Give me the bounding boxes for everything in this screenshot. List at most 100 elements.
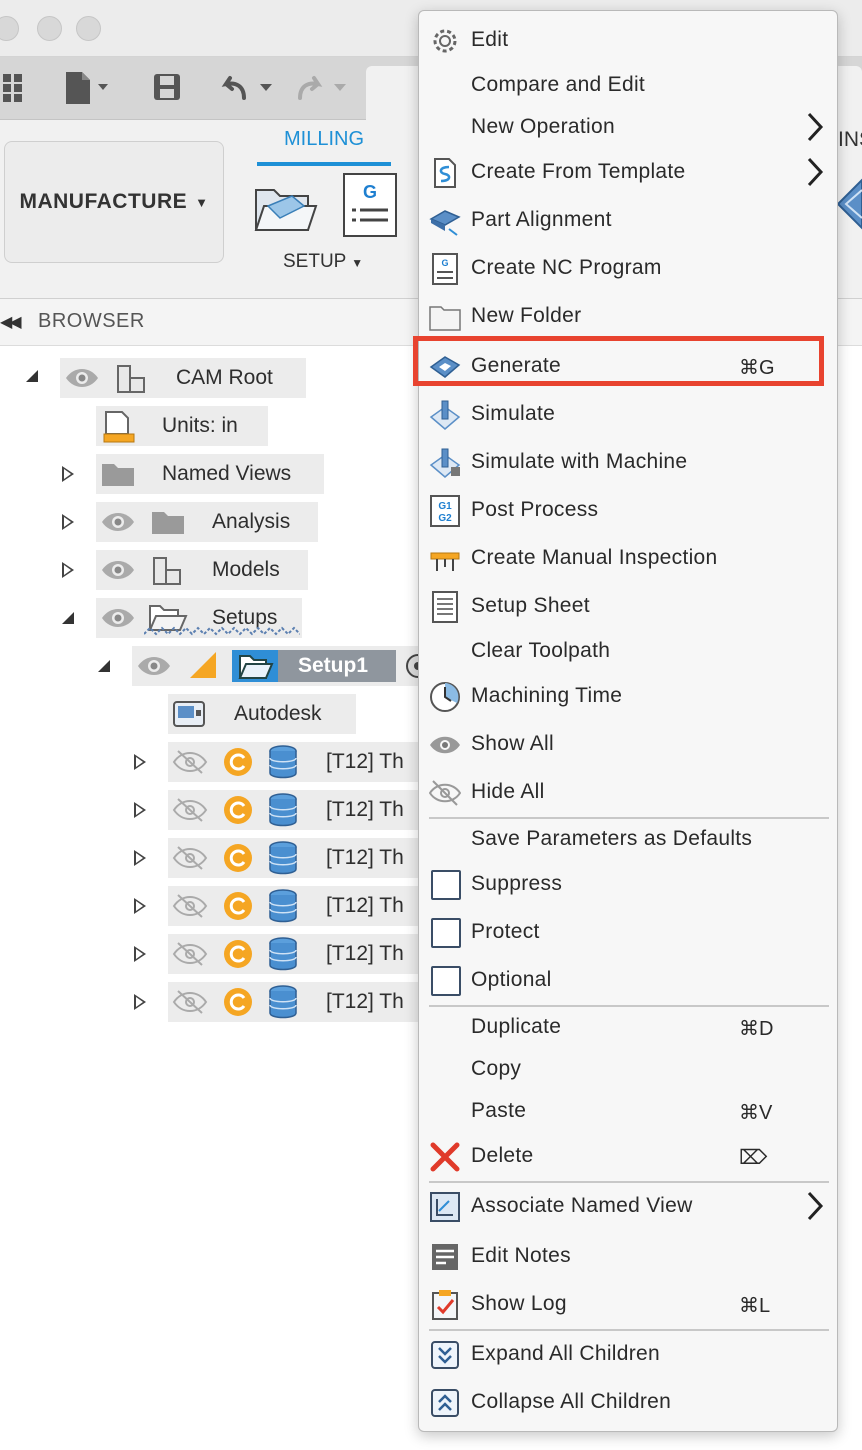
suppress-checkbox[interactable] <box>431 870 461 900</box>
browser-title: BROWSER <box>38 310 145 332</box>
menu-item-associate-named-view[interactable]: Associate Named View <box>419 1185 837 1229</box>
operation-label: [T12] Th <box>326 846 404 869</box>
redo-icon[interactable] <box>296 72 356 104</box>
expand-toggle-icon[interactable] <box>134 994 146 1010</box>
expand-toggle-icon[interactable] <box>62 466 74 482</box>
tree-label-setup1: Setup1 <box>298 654 369 677</box>
grid-icon[interactable] <box>0 72 26 104</box>
eye-icon[interactable] <box>100 604 136 632</box>
pocket-toolpath-icon[interactable] <box>834 170 862 240</box>
new-setup-icon[interactable] <box>252 176 322 236</box>
menu-item-suppress[interactable]: Suppress <box>419 863 837 907</box>
expand-toggle-icon[interactable] <box>134 802 146 818</box>
menu-item-simulate-with-machine[interactable]: Simulate with Machine <box>419 441 837 485</box>
menu-item-create-manual-inspection[interactable]: Create Manual Inspection <box>419 537 837 581</box>
eye-hidden-icon[interactable] <box>172 796 208 824</box>
eye-icon[interactable] <box>136 652 172 680</box>
dashed-underline <box>144 626 300 636</box>
expand-toggle-icon[interactable] <box>62 514 74 530</box>
chevron-right-icon <box>807 112 824 142</box>
menu-item-create-nc-program[interactable]: G Create NC Program <box>419 247 837 291</box>
menu-item-create-from-template[interactable]: Create From Template <box>419 151 837 195</box>
collapse-toggle-icon[interactable] <box>98 660 110 672</box>
menu-item-new-folder[interactable]: New Folder <box>419 295 837 339</box>
menu-item-simulate[interactable]: Simulate <box>419 393 837 437</box>
collapse-toggle-icon[interactable] <box>26 370 38 382</box>
menu-label: Optional <box>471 968 552 991</box>
delete-icon <box>430 1142 460 1172</box>
caret-down-icon: ▼ <box>351 256 364 270</box>
expand-toggle-icon[interactable] <box>134 898 146 914</box>
eye-hidden-icon[interactable] <box>172 892 208 920</box>
post-process-icon: G1 G2 <box>430 495 460 527</box>
tree-label-analysis: Analysis <box>212 510 291 533</box>
protect-checkbox[interactable] <box>431 918 461 948</box>
eye-icon[interactable] <box>64 364 100 392</box>
collapse-toggle-icon[interactable] <box>62 612 74 624</box>
menu-item-hide-all[interactable]: Hide All <box>419 771 837 815</box>
tree-label-cam-root: CAM Root <box>176 366 273 389</box>
minimize-window-button[interactable] <box>37 16 62 41</box>
menu-shortcut: ⌘V <box>739 1102 773 1124</box>
zoom-window-button[interactable] <box>76 16 101 41</box>
menu-item-copy[interactable]: Copy <box>419 1048 837 1092</box>
menu-item-show-all[interactable]: Show All <box>419 723 837 767</box>
menu-item-expand-all-children[interactable]: Expand All Children <box>419 1333 837 1377</box>
expand-toggle-icon[interactable] <box>134 754 146 770</box>
generate-highlight-box <box>413 336 824 386</box>
menu-item-collapse-all-children[interactable]: Collapse All Children <box>419 1381 837 1425</box>
eye-hidden-icon <box>429 780 461 806</box>
menu-item-edit[interactable]: Edit <box>419 19 837 63</box>
workspace-switcher-button[interactable]: MANUFACTURE ▼ <box>4 141 224 263</box>
menu-shortcut: ⌘L <box>739 1295 771 1317</box>
menu-item-post-process[interactable]: G1 G2 Post Process <box>419 489 837 533</box>
setup-sheet-icon <box>432 591 458 623</box>
eye-icon[interactable] <box>100 556 136 584</box>
collapse-browser-icon[interactable]: ◀◀ <box>0 312 22 332</box>
menu-item-new-operation[interactable]: New Operation <box>419 106 837 150</box>
eye-hidden-icon[interactable] <box>172 748 208 776</box>
expand-toggle-icon[interactable] <box>134 850 146 866</box>
tab-milling[interactable]: MILLING <box>257 128 391 151</box>
menu-item-optional[interactable]: Optional <box>419 959 837 1003</box>
menu-label: Delete <box>471 1144 534 1167</box>
optional-checkbox[interactable] <box>431 966 461 996</box>
tab-inspect-partial[interactable]: INS <box>838 128 862 152</box>
log-icon <box>432 1290 458 1320</box>
folder-icon <box>429 306 461 331</box>
menu-label: Collapse All Children <box>471 1390 672 1413</box>
close-window-button[interactable] <box>0 16 19 41</box>
nc-program-ribbon-icon[interactable]: G <box>342 172 398 238</box>
menu-label: Machining Time <box>471 684 623 707</box>
menu-label: Create From Template <box>471 160 686 183</box>
eye-hidden-icon[interactable] <box>172 940 208 968</box>
expand-toggle-icon[interactable] <box>134 946 146 962</box>
menu-item-paste[interactable]: Paste ⌘V <box>419 1090 837 1134</box>
menu-item-machining-time[interactable]: Machining Time <box>419 675 837 719</box>
eye-icon[interactable] <box>100 508 136 536</box>
menu-item-duplicate[interactable]: Duplicate ⌘D <box>419 1006 837 1050</box>
menu-item-setup-sheet[interactable]: Setup Sheet <box>419 585 837 629</box>
svg-text:G: G <box>441 258 448 268</box>
menu-label: Show Log <box>471 1292 567 1315</box>
nc-program-icon: G <box>432 253 458 285</box>
menu-item-part-alignment[interactable]: Part Alignment <box>419 199 837 243</box>
eye-hidden-icon[interactable] <box>172 988 208 1016</box>
menu-item-protect[interactable]: Protect <box>419 911 837 955</box>
expand-toggle-icon[interactable] <box>62 562 74 578</box>
eye-hidden-icon[interactable] <box>172 844 208 872</box>
undo-icon[interactable] <box>218 72 278 104</box>
operation-label: [T12] Th <box>326 750 404 773</box>
collapse-icon <box>431 1389 459 1417</box>
menu-item-show-log[interactable]: Show Log ⌘L <box>419 1283 837 1327</box>
simulate-icon <box>429 400 461 430</box>
menu-item-save-parameters[interactable]: Save Parameters as Defaults <box>419 818 837 862</box>
save-icon[interactable] <box>152 72 184 104</box>
menu-label: Paste <box>471 1099 527 1122</box>
file-icon[interactable] <box>64 70 120 106</box>
menu-item-edit-notes[interactable]: Edit Notes <box>419 1235 837 1279</box>
menu-item-delete[interactable]: Delete ⌦ <box>419 1135 837 1179</box>
menu-item-clear-toolpath[interactable]: Clear Toolpath <box>419 630 837 674</box>
setup-dropdown-button[interactable]: SETUP ▼ <box>283 251 363 273</box>
menu-item-compare-and-edit[interactable]: Compare and Edit <box>419 64 837 108</box>
